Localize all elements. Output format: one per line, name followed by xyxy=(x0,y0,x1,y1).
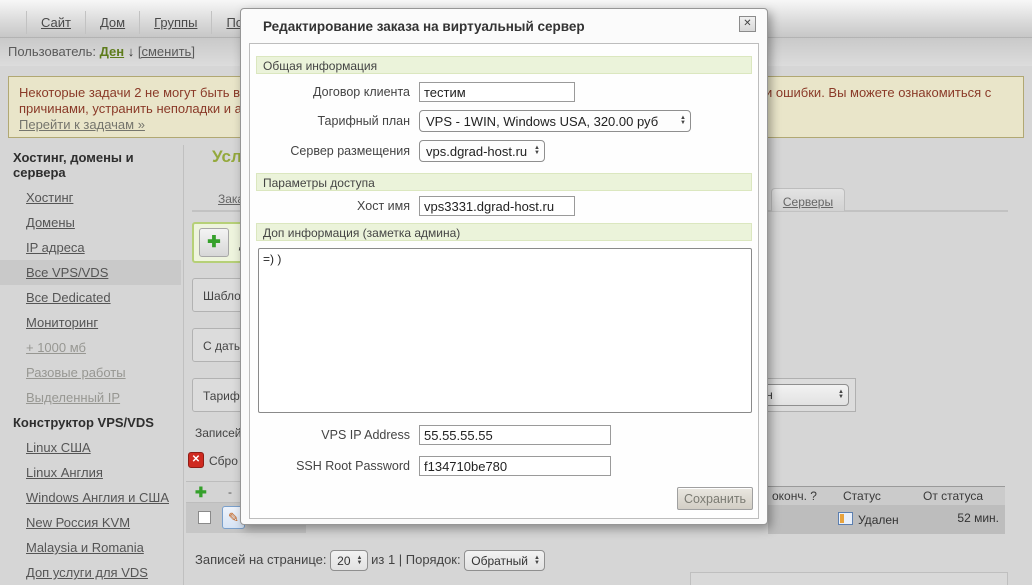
filter-from-date-label: С даты xyxy=(203,339,243,353)
change-user-link[interactable]: [сменить] xyxy=(138,44,195,59)
server-status-icon xyxy=(838,512,853,525)
per-page-select[interactable]: 20 ▲▼ xyxy=(330,550,367,571)
user-name-link[interactable]: Ден xyxy=(100,44,125,59)
sidebar: Хостинг, домены и сервера Хостинг Домены… xyxy=(0,145,181,585)
sidebar-item-linux-usa[interactable]: Linux США xyxy=(0,435,181,460)
bottom-panel-edge xyxy=(690,572,1008,585)
server-label: Сервер размещения xyxy=(250,144,410,158)
sidebar-item-all-dedicated[interactable]: Все Dedicated xyxy=(0,285,181,310)
column-from-status[interactable]: От статуса xyxy=(923,489,983,503)
order-select[interactable]: Обратный ▲▼ xyxy=(464,550,545,571)
spinner-icon: ▲▼ xyxy=(680,116,686,126)
row-checkbox[interactable] xyxy=(198,511,211,524)
vps-ip-input[interactable] xyxy=(419,425,611,445)
order-value: Обратный xyxy=(471,554,528,568)
modal-body: Общая информация Договор клиента Тарифны… xyxy=(249,43,759,519)
row-status-value: Удален xyxy=(858,513,899,527)
tab-servers-label: Серверы xyxy=(783,195,833,209)
spinner-icon: ▲▼ xyxy=(838,390,844,400)
per-page-label: Записей на странице: xyxy=(195,552,327,567)
sidebar-item-dedicated-ip[interactable]: Выделенный IP xyxy=(0,385,181,410)
sidebar-item-vds-extras[interactable]: Доп услуги для VDS xyxy=(0,560,181,585)
tariff-value: VPS - 1WIN, Windows USA, 320.00 руб xyxy=(426,114,658,129)
sidebar-section-hosting: Хостинг, домены и сервера xyxy=(0,145,181,185)
edit-order-modal: Редактирование заказа на виртуальный сер… xyxy=(240,8,768,525)
toolbar-dash: - xyxy=(228,485,232,499)
admin-note-textarea[interactable]: =) ) xyxy=(258,248,752,413)
warning-line1-right: и ошибки. Вы можете ознакомиться с xyxy=(765,85,991,100)
section-general-info: Общая информация xyxy=(256,56,752,74)
hostname-label: Хост имя xyxy=(250,199,410,213)
sidebar-item-new-russia-kvm[interactable]: New Россия KVM xyxy=(0,510,181,535)
tariff-select[interactable]: VPS - 1WIN, Windows USA, 320.00 руб ▲▼ xyxy=(419,110,691,132)
sidebar-item-linux-england[interactable]: Linux Англия xyxy=(0,460,181,485)
nav-tab-home[interactable]: Дом xyxy=(86,11,140,34)
spinner-icon: ▲▼ xyxy=(357,556,363,566)
sidebar-item-ip-addresses[interactable]: IP адреса xyxy=(0,235,181,260)
column-end[interactable]: оконч. ? xyxy=(772,489,817,503)
reset-filter-label[interactable]: Сбро xyxy=(209,454,238,468)
screen: Сайт Дом Группы Пользова Пользователь: Д… xyxy=(0,0,1032,585)
nav-tab-groups[interactable]: Группы xyxy=(140,11,212,34)
of-pages-label: из 1 | Порядок: xyxy=(371,552,460,567)
go-to-tasks-link[interactable]: Перейти к задачам » xyxy=(19,117,145,132)
tab-servers[interactable]: Серверы xyxy=(771,188,845,211)
warning-line2: причинами, устранить неполадки и акти xyxy=(19,101,261,116)
save-button[interactable]: Сохранить xyxy=(677,487,753,510)
table-row-right: Удален 52 мин. xyxy=(768,505,1005,534)
vps-ip-label: VPS IP Address xyxy=(250,428,410,442)
sidebar-section-vps-constructor: Конструктор VPS/VDS xyxy=(0,410,181,435)
add-row-icon[interactable]: ✚ xyxy=(195,484,207,501)
sidebar-item-monitoring[interactable]: Мониторинг xyxy=(0,310,181,335)
pagination-bar: Записей на странице: 20 ▲▼ из 1 | Порядо… xyxy=(195,550,545,571)
contract-label: Договор клиента xyxy=(250,85,410,99)
per-page-value: 20 xyxy=(337,554,350,568)
sidebar-divider xyxy=(183,145,184,585)
sidebar-item-domains[interactable]: Домены xyxy=(0,210,181,235)
records-label: Записей xyxy=(195,426,242,440)
arrow-down-icon: ↓ xyxy=(128,44,135,59)
reset-filter-icon[interactable]: ✕ xyxy=(188,452,204,468)
row-time-value: 52 мин. xyxy=(957,511,999,525)
plus-icon: ✚ xyxy=(207,234,220,251)
sidebar-item-1000mb[interactable]: + 1000 мб xyxy=(0,335,181,360)
close-icon[interactable]: ✕ xyxy=(739,16,756,32)
table-header-right: оконч. ? Статус От статуса xyxy=(768,486,1005,505)
server-value: vps.dgrad-host.ru xyxy=(426,144,527,159)
tariff-label: Тарифный план xyxy=(250,114,410,128)
sidebar-item-one-time-jobs[interactable]: Разовые работы xyxy=(0,360,181,385)
spinner-icon: ▲▼ xyxy=(534,146,540,156)
contract-input[interactable] xyxy=(419,82,575,102)
section-access-params: Параметры доступа xyxy=(256,173,752,191)
sidebar-item-windows-england-usa[interactable]: Windows Англия и США xyxy=(0,485,181,510)
spinner-icon: ▲▼ xyxy=(534,556,540,566)
sidebar-item-malaysia-romania[interactable]: Malaysia и Romania xyxy=(0,535,181,560)
server-select[interactable]: vps.dgrad-host.ru ▲▼ xyxy=(419,140,545,162)
modal-title: Редактирование заказа на виртуальный сер… xyxy=(263,19,585,34)
filter-template-label: Шабло xyxy=(203,289,241,303)
sidebar-item-hosting[interactable]: Хостинг xyxy=(0,185,181,210)
column-status[interactable]: Статус xyxy=(843,489,881,503)
section-admin-note: Доп информация (заметка админа) xyxy=(256,223,752,241)
ssh-password-label: SSH Root Password xyxy=(250,459,410,473)
warning-line1-left: Некоторые задачи 2 не могут быть вып xyxy=(19,85,256,100)
sidebar-item-all-vps[interactable]: Все VPS/VDS xyxy=(0,260,181,285)
nav-tab-site[interactable]: Сайт xyxy=(26,11,86,34)
add-order-button[interactable]: ✚ xyxy=(199,228,229,257)
user-label: Пользователь: xyxy=(8,44,96,59)
hostname-input[interactable] xyxy=(419,196,575,216)
ssh-password-input[interactable] xyxy=(419,456,611,476)
